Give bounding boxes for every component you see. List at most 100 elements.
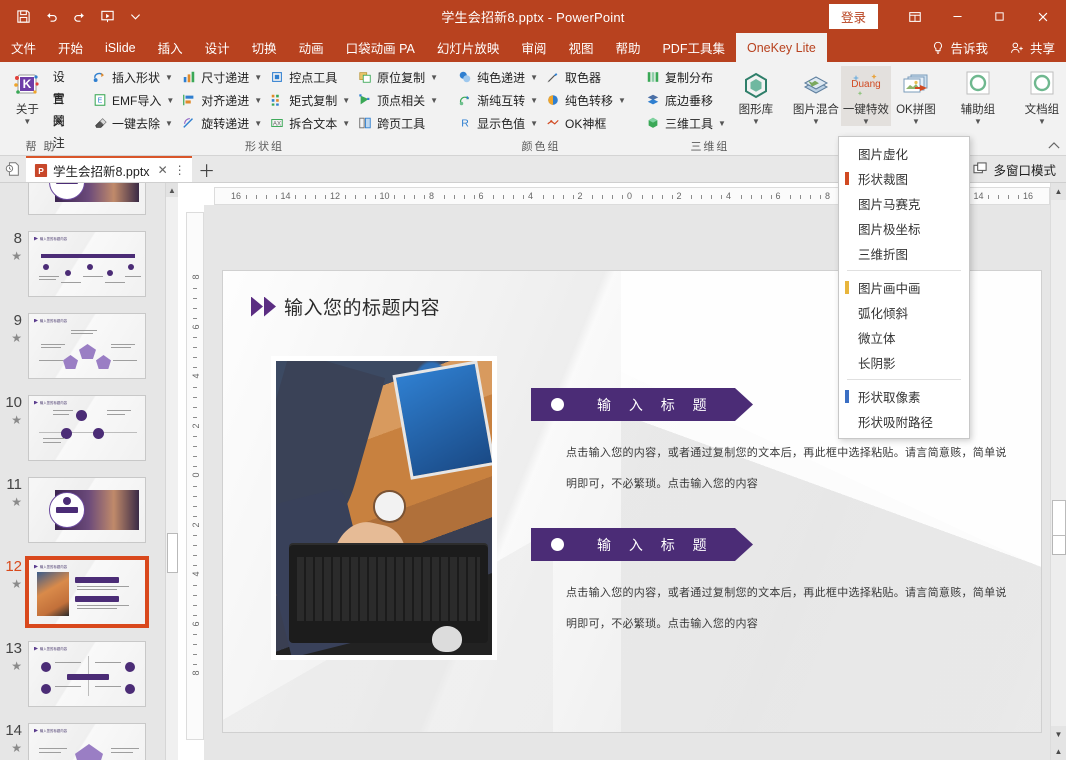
copy-distribute-button[interactable]: 复制分布 xyxy=(641,66,729,88)
slide-title-group[interactable]: 输入您的标题内容 xyxy=(251,293,440,320)
thumbnail-slide-14[interactable]: 输入您的标题内容 xyxy=(28,723,146,760)
slide-image-placeholder[interactable] xyxy=(271,356,497,660)
thumbnail-slide-10[interactable]: 输入您的标题内容 xyxy=(28,395,146,461)
matrix-copy-button[interactable]: 矩式复制 ▼ xyxy=(265,89,353,111)
doc-tab-active[interactable]: P 学生会招新8.pptx ✕ ⋮ xyxy=(26,156,192,182)
menu-item-image-blur[interactable]: 图片虚化 xyxy=(839,141,969,166)
insert-shape-button[interactable]: 插入形状 ▼ xyxy=(88,66,177,88)
share-button[interactable]: 共享 xyxy=(999,33,1066,62)
chevron-down-icon[interactable]: ▼ xyxy=(254,119,262,128)
editor-vertical-scrollbar[interactable]: ▲ ▼ ▲ xyxy=(1050,183,1066,760)
vertex-related-button[interactable]: 顶点相关 ▼ xyxy=(353,89,441,111)
size-progress-button[interactable]: 尺寸递进 ▼ xyxy=(177,66,265,88)
thumbnail-slide-8[interactable]: 输入您的标题内容 xyxy=(28,231,146,297)
chevron-down-icon[interactable]: ▼ xyxy=(718,119,726,128)
handle-tool-button[interactable]: 控点工具 xyxy=(265,66,353,88)
image-blend-button[interactable]: 图片混合 ▼ xyxy=(791,66,841,126)
show-color-value-button[interactable]: R 显示色值 ▼ xyxy=(453,112,541,134)
scrollbar-track[interactable] xyxy=(1051,200,1066,726)
chevron-down-icon[interactable]: ▼ xyxy=(23,118,31,126)
follow-link[interactable]: 关注 xyxy=(49,110,76,150)
menu-item-3d-fold[interactable]: 三维折图 xyxy=(839,241,969,266)
gradient-solid-convert-button[interactable]: 渐纯互转 ▼ xyxy=(453,89,541,111)
website-link[interactable]: 官网 xyxy=(49,88,76,128)
tab-animations[interactable]: 动画 xyxy=(288,33,335,62)
tab-islide[interactable]: iSlide xyxy=(94,33,147,62)
solid-color-transfer-button[interactable]: 纯色转移 ▼ xyxy=(541,89,629,111)
tab-menu-icon[interactable]: ⋮ xyxy=(174,163,186,177)
tab-slideshow[interactable]: 幻灯片放映 xyxy=(426,33,511,62)
slide-edge-handle[interactable] xyxy=(1052,500,1066,536)
solid-color-progress-button[interactable]: 纯色递进 ▼ xyxy=(453,66,541,88)
in-place-copy-button[interactable]: 原位复制 ▼ xyxy=(353,66,441,88)
chevron-down-icon[interactable]: ▼ xyxy=(254,73,262,82)
settings-link[interactable]: 设置 xyxy=(49,66,76,106)
document-group-button[interactable]: 文档组 ▼ xyxy=(1017,66,1066,126)
scroll-up-arrow-icon[interactable]: ▲ xyxy=(166,183,178,197)
thumbnail-slide-9[interactable]: 输入您的标题内容 xyxy=(28,313,146,379)
thumbnail-scrollbar-thumb[interactable] xyxy=(167,533,178,573)
chevron-down-icon[interactable]: ▼ xyxy=(912,118,920,126)
chevron-down-icon[interactable]: ▼ xyxy=(530,96,538,105)
split-merge-text-button[interactable]: AX 拆合文本 ▼ xyxy=(265,112,353,134)
tell-me-button[interactable]: 告诉我 xyxy=(920,33,999,62)
new-tab-plus-icon[interactable]: ＋ xyxy=(192,156,222,182)
menu-item-picture-in-picture[interactable]: 图片画中画 xyxy=(839,275,969,300)
collapse-ribbon-icon[interactable] xyxy=(1048,141,1060,153)
redo-icon[interactable] xyxy=(66,5,92,29)
menu-item-shape-crop[interactable]: 形状裁图 xyxy=(839,166,969,191)
start-slideshow-icon[interactable] xyxy=(94,5,120,29)
chevron-down-icon[interactable]: ▼ xyxy=(862,118,870,126)
chevron-down-icon[interactable]: ▼ xyxy=(342,119,350,128)
thumbnail-slide-12[interactable]: 输入您的标题内容 xyxy=(25,556,149,628)
tab-insert[interactable]: 插入 xyxy=(147,33,194,62)
chevron-down-icon[interactable]: ▼ xyxy=(618,96,626,105)
assist-group-button[interactable]: 辅助组 ▼ xyxy=(953,66,1003,126)
minimize-icon[interactable] xyxy=(936,0,978,33)
one-click-effects-button[interactable]: Duang 一键特效 ▼ xyxy=(840,66,891,126)
one-click-remove-button[interactable]: 一键去除 ▼ xyxy=(88,112,177,134)
thumbnail-slide-11[interactable] xyxy=(28,477,146,543)
tab-pdf-tools[interactable]: PDF工具集 xyxy=(651,33,736,62)
sign-in-button[interactable]: 登录 xyxy=(828,4,878,29)
tab-design[interactable]: 设计 xyxy=(194,33,241,62)
undo-icon[interactable] xyxy=(38,5,64,29)
menu-item-long-shadow[interactable]: 长阴影 xyxy=(839,350,969,375)
tab-onekey-lite[interactable]: OneKey Lite xyxy=(735,33,827,62)
multi-window-mode-button[interactable]: 多窗口模式 xyxy=(964,156,1066,182)
slide-thumbnail-pane[interactable]: 7 ★ 8 ★ 输入您的标题内容 xyxy=(0,183,178,760)
scroll-up-arrow-icon[interactable]: ▲ xyxy=(1051,183,1066,200)
chevron-down-icon[interactable]: ▼ xyxy=(974,118,982,126)
chevron-down-icon[interactable]: ▼ xyxy=(1038,118,1046,126)
tab-view[interactable]: 视图 xyxy=(557,33,604,62)
menu-item-shape-snap-path[interactable]: 形状吸附路径 xyxy=(839,409,969,434)
chevron-down-icon[interactable]: ▼ xyxy=(342,96,350,105)
slide-banner-1[interactable]: 输 入 标 题 xyxy=(531,388,753,421)
customize-quick-access-icon[interactable] xyxy=(122,5,148,29)
save-icon[interactable] xyxy=(10,5,36,29)
chevron-down-icon[interactable]: ▼ xyxy=(165,73,173,82)
rotate-progress-button[interactable]: 旋转递进 ▼ xyxy=(177,112,265,134)
menu-item-micro-3d[interactable]: 微立体 xyxy=(839,325,969,350)
document-list-icon[interactable] xyxy=(0,155,26,182)
thumbnail-scrollbar[interactable]: ▲ xyxy=(165,183,178,760)
tab-help[interactable]: 帮助 xyxy=(604,33,651,62)
cross-page-tool-button[interactable]: 跨页工具 xyxy=(353,112,441,134)
close-icon[interactable] xyxy=(1020,0,1066,33)
ok-magic-frame-button[interactable]: OK神框 xyxy=(541,112,629,134)
chevron-down-icon[interactable]: ▼ xyxy=(430,73,438,82)
thumbnail-slide-7[interactable] xyxy=(28,183,146,215)
chevron-down-icon[interactable]: ▼ xyxy=(254,96,262,105)
tab-pocket-animation[interactable]: 口袋动画 PA xyxy=(335,33,426,62)
chevron-down-icon[interactable]: ▼ xyxy=(812,118,820,126)
about-button[interactable]: K 关于 ▼ xyxy=(6,66,49,126)
chevron-down-icon[interactable]: ▼ xyxy=(530,119,538,128)
tab-file[interactable]: 文件 xyxy=(0,33,47,62)
ribbon-display-options-icon[interactable] xyxy=(894,0,936,33)
ok-collage-button[interactable]: OK拼图 ▼ xyxy=(891,66,941,126)
scroll-down-arrow-icon[interactable]: ▼ xyxy=(1051,726,1066,743)
chevron-down-icon[interactable]: ▼ xyxy=(430,96,438,105)
menu-item-image-mosaic[interactable]: 图片马赛克 xyxy=(839,191,969,216)
close-tab-icon[interactable]: ✕ xyxy=(158,163,168,177)
slide-banner-2[interactable]: 输 入 标 题 xyxy=(531,528,753,561)
